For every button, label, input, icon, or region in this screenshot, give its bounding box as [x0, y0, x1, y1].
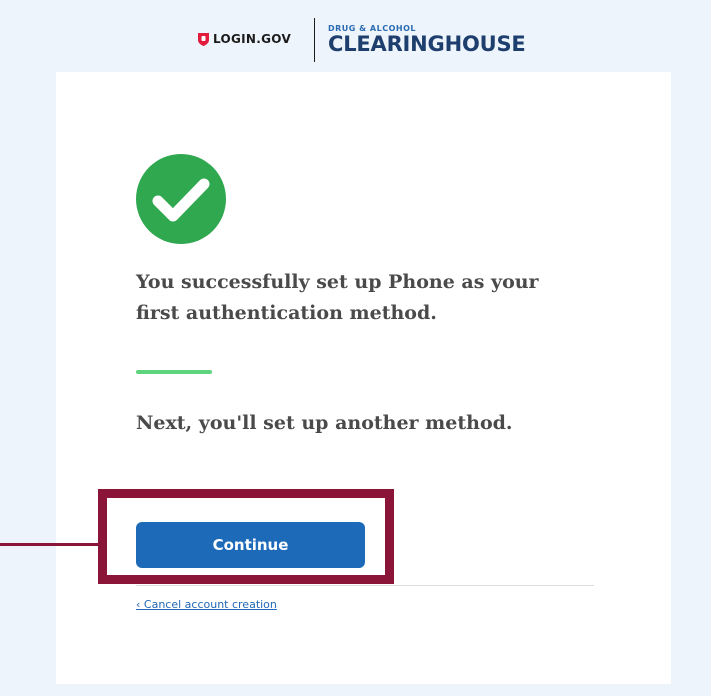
next-step-text: Next, you'll set up another method.	[136, 412, 513, 434]
success-headline: You successfully set up Phone as your fi…	[136, 271, 539, 324]
page: LOGIN.GOV DRUG & ALCOHOL CLEARINGHOUSE Y…	[0, 0, 711, 696]
clearinghouse-logo: DRUG & ALCOHOL CLEARINGHOUSE	[328, 24, 526, 55]
header: LOGIN.GOV DRUG & ALCOHOL CLEARINGHOUSE	[0, 0, 711, 72]
shield-icon	[198, 32, 209, 46]
cancel-account-creation-link[interactable]: ‹ Cancel account creation	[136, 598, 277, 611]
header-divider	[314, 18, 315, 62]
login-gov-logo: LOGIN.GOV	[198, 30, 291, 48]
clearinghouse-title: CLEARINGHOUSE	[328, 32, 526, 56]
separator	[136, 585, 594, 586]
content-card: You successfully set up Phone as your fi…	[56, 72, 671, 684]
callout-highlight-box	[98, 489, 394, 584]
accent-divider	[136, 370, 212, 374]
check-circle-icon	[136, 154, 226, 244]
callout-pointer-line	[0, 543, 102, 546]
login-gov-text: LOGIN.GOV	[213, 32, 292, 46]
